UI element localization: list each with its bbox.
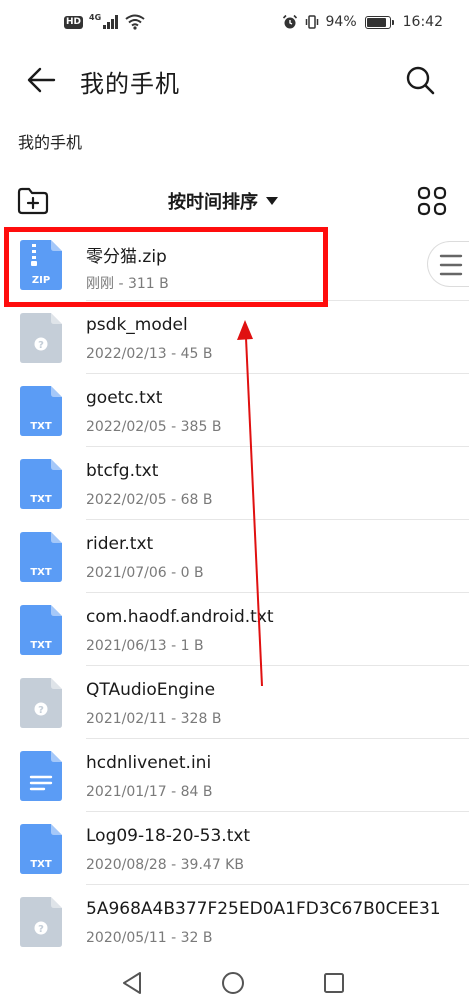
folder-plus-icon xyxy=(17,187,49,215)
file-row[interactable]: ? QTAudioEngine 2021/02/11 - 328 B xyxy=(0,666,469,739)
battery-percent: 94% xyxy=(325,14,357,30)
svg-text:?: ? xyxy=(38,340,44,351)
status-bar: HD 4G 94% 16:42 xyxy=(0,0,469,50)
search-icon xyxy=(406,66,435,95)
file-row[interactable]: ? psdk_model 2022/02/13 - 45 B xyxy=(0,301,469,374)
wifi-icon xyxy=(125,14,145,30)
new-folder-button[interactable] xyxy=(16,185,50,217)
file-name: btcfg.txt xyxy=(86,461,159,481)
caret-down-icon xyxy=(266,197,278,205)
arrow-left-icon xyxy=(27,67,56,93)
file-row[interactable]: TXT Log09-18-20-53.txt 2020/08/28 - 39.4… xyxy=(0,812,469,885)
nav-home-button[interactable] xyxy=(220,970,246,996)
file-name: 5A968A4B377F25ED0A1FD3C67B0CEE31 xyxy=(86,899,441,919)
file-row[interactable]: TXT com.haodf.android.txt 2021/06/13 - 1… xyxy=(0,593,469,666)
status-left: HD 4G xyxy=(64,12,145,30)
file-meta: 2020/05/11 - 32 B xyxy=(86,930,213,946)
side-drawer-handle[interactable] xyxy=(427,241,469,287)
txt-file-icon: TXT xyxy=(20,386,62,436)
grid-icon xyxy=(417,186,447,216)
txt-file-icon: TXT xyxy=(20,605,62,655)
svg-text:?: ? xyxy=(38,705,44,716)
file-meta: 2020/08/28 - 39.47 KB xyxy=(86,857,244,873)
svg-text:TXT: TXT xyxy=(30,567,52,578)
file-row[interactable]: TXT btcfg.txt 2022/02/05 - 68 B xyxy=(0,447,469,520)
triangle-back-icon xyxy=(123,972,141,994)
highlight-box xyxy=(4,227,328,307)
back-button[interactable] xyxy=(24,64,60,96)
svg-text:?: ? xyxy=(38,924,44,935)
document-file-icon xyxy=(20,751,62,801)
nav-back-button[interactable] xyxy=(120,970,144,996)
vibrate-icon xyxy=(305,15,318,29)
file-name: goetc.txt xyxy=(86,388,163,408)
unknown-file-icon: ? xyxy=(20,678,62,728)
signal-icon xyxy=(103,15,119,29)
file-meta: 2022/02/13 - 45 B xyxy=(86,346,213,362)
txt-file-icon: TXT xyxy=(20,824,62,874)
file-row[interactable]: TXT goetc.txt 2022/02/05 - 385 B xyxy=(0,374,469,447)
txt-file-icon: TXT xyxy=(20,532,62,582)
sort-button[interactable]: 按时间排序 xyxy=(168,188,278,214)
circle-home-icon xyxy=(222,972,244,994)
file-row[interactable]: hcdnlivenet.ini 2021/01/17 - 84 B xyxy=(0,739,469,812)
file-name: hcdnlivenet.ini xyxy=(86,753,212,773)
unknown-file-icon: ? xyxy=(20,313,62,363)
search-button[interactable] xyxy=(402,62,438,98)
grid-view-button[interactable] xyxy=(416,185,448,217)
svg-text:TXT: TXT xyxy=(30,859,52,870)
file-row[interactable]: TXT rider.txt 2021/07/06 - 0 B xyxy=(0,520,469,593)
file-meta: 2022/02/05 - 385 B xyxy=(86,419,222,435)
breadcrumb[interactable]: 我的手机 xyxy=(18,129,82,153)
toolbar: 按时间排序 xyxy=(0,178,469,226)
nav-bar xyxy=(0,960,469,1006)
unknown-file-icon: ? xyxy=(20,897,62,947)
file-meta: 2021/07/06 - 0 B xyxy=(86,565,204,581)
square-recent-icon xyxy=(324,973,344,993)
battery-icon xyxy=(364,15,394,29)
file-meta: 2021/06/13 - 1 B xyxy=(86,638,204,654)
txt-file-icon: TXT xyxy=(20,459,62,509)
page-title: 我的手机 xyxy=(80,70,180,98)
file-meta: 2022/02/05 - 68 B xyxy=(86,492,213,508)
status-right: 94% 16:42 xyxy=(282,14,443,30)
nav-recent-button[interactable] xyxy=(322,971,346,995)
header: 我的手机 xyxy=(0,52,469,108)
file-name: QTAudioEngine xyxy=(86,680,216,700)
hd-badge: HD xyxy=(64,15,84,29)
file-row[interactable]: ? 5A968A4B377F25ED0A1FD3C67B0CEE31 2020/… xyxy=(0,885,469,958)
svg-text:TXT: TXT xyxy=(30,640,52,651)
svg-text:TXT: TXT xyxy=(30,494,52,505)
file-meta: 2021/01/17 - 84 B xyxy=(86,784,213,800)
battery-fill xyxy=(366,17,387,27)
menu-icon xyxy=(439,254,463,276)
sort-label: 按时间排序 xyxy=(168,192,258,213)
file-name: rider.txt xyxy=(86,534,154,554)
network-type: 4G xyxy=(89,12,102,22)
file-meta: 2021/02/11 - 328 B xyxy=(86,711,222,727)
clock: 16:42 xyxy=(402,14,443,30)
alarm-icon xyxy=(282,14,297,29)
file-name: Log09-18-20-53.txt xyxy=(86,826,251,846)
svg-text:TXT: TXT xyxy=(30,421,52,432)
file-name: psdk_model xyxy=(86,315,188,335)
file-name: com.haodf.android.txt xyxy=(86,607,274,627)
file-list: ZIP 零分猫.zip 刚刚 - 311 B ? psdk_model 2022… xyxy=(0,228,469,958)
